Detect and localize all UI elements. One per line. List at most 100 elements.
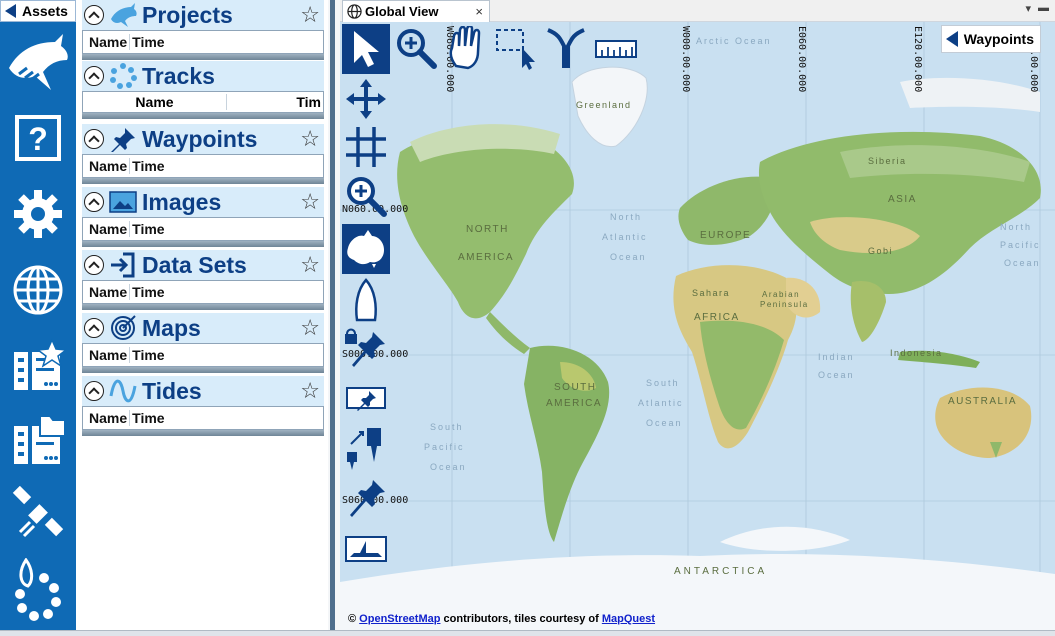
collapse-icon[interactable] (84, 66, 104, 86)
time-column[interactable]: Time (130, 158, 164, 174)
section-divider (82, 178, 324, 184)
collapse-left-icon (5, 4, 16, 18)
region-label: AFRICA (694, 312, 740, 323)
tide-dots-button[interactable] (0, 556, 76, 624)
vessel-tool-button[interactable] (342, 276, 390, 324)
add-waypoint-tool-button[interactable] (342, 474, 390, 524)
panel-splitter[interactable] (328, 0, 340, 630)
name-column[interactable]: Name (83, 158, 131, 174)
ruler-tool-button[interactable] (592, 24, 640, 72)
australia-map-icon (347, 230, 384, 268)
maps-header[interactable]: Maps ☆ (82, 313, 324, 343)
settings-button[interactable] (0, 184, 76, 244)
projects-header[interactable]: Projects ☆ (82, 0, 324, 30)
collapse-icon[interactable] (84, 318, 104, 338)
satellite-button[interactable] (0, 484, 76, 544)
data-sets-header[interactable]: Data Sets ☆ (82, 250, 324, 280)
name-column[interactable]: Name (83, 410, 131, 426)
region-select-tool-button[interactable] (492, 24, 540, 72)
mapquest-link[interactable]: MapQuest (602, 613, 655, 625)
region-label: Siberia (868, 156, 907, 166)
star-icon[interactable]: ☆ (300, 253, 320, 277)
zoom-in-tool-button[interactable] (392, 24, 440, 72)
star-icon[interactable]: ☆ (300, 379, 320, 403)
tracks-header[interactable]: Tracks (82, 61, 324, 91)
region-label: Arabian (762, 290, 801, 299)
favorite-list-icon (14, 338, 66, 390)
name-column[interactable]: Name (83, 94, 227, 110)
star-icon[interactable]: ☆ (300, 316, 320, 340)
column-header: Name Tim (82, 91, 324, 113)
shark-icon (108, 2, 138, 28)
locked-waypoint-tool-button[interactable] (342, 326, 390, 374)
star-icon[interactable]: ☆ (300, 3, 320, 27)
star-icon[interactable]: ☆ (300, 127, 320, 151)
waypoint-image-tool-button[interactable] (342, 378, 390, 418)
time-column[interactable]: Time (130, 410, 164, 426)
tides-section: Tides ☆ Name Time (82, 376, 324, 436)
ocean-label: Ocean (610, 252, 647, 262)
waypoints-header[interactable]: Waypoints ☆ (82, 124, 324, 154)
assets-tab-label: Assets (22, 3, 68, 19)
tides-header[interactable]: Tides ☆ (82, 376, 324, 406)
ocean-label: Ocean (430, 462, 467, 472)
globe-button[interactable] (0, 262, 76, 318)
waypoint-connect-tool-button[interactable] (342, 422, 390, 472)
star-icon[interactable]: ☆ (300, 190, 320, 214)
filter-tool-button[interactable] (542, 24, 590, 72)
openstreetmap-link[interactable]: OpenStreetMap (359, 613, 440, 625)
globe-icon (347, 4, 362, 19)
lon-label: E120.00.000 (912, 26, 923, 93)
name-column[interactable]: Name (83, 34, 131, 50)
assets-tab[interactable]: Assets (0, 0, 76, 22)
world-map[interactable]: W060.00.000 W000.00.000 E060.00.000 E120… (340, 22, 1055, 630)
name-column[interactable]: Name (83, 284, 131, 300)
section-divider (82, 54, 324, 60)
grid-icon (346, 127, 386, 167)
time-column[interactable]: Time (130, 221, 164, 237)
time-column[interactable]: Time (130, 34, 164, 50)
help-button[interactable]: ? (0, 110, 76, 166)
ocean-label: Ocean (818, 370, 855, 380)
collapse-icon[interactable] (84, 5, 104, 25)
pan-tool-button[interactable] (442, 24, 490, 72)
collapse-icon[interactable] (84, 381, 104, 401)
close-tab-icon[interactable]: × (475, 4, 483, 19)
section-divider (82, 367, 324, 373)
name-column[interactable]: Name (83, 347, 131, 363)
time-column[interactable]: Tim (227, 94, 323, 110)
select-tool-button[interactable] (342, 24, 390, 74)
collapse-icon[interactable] (84, 255, 104, 275)
name-column[interactable]: Name (83, 221, 131, 237)
section-divider (82, 430, 324, 436)
region-label: ASIA (888, 194, 917, 205)
time-column[interactable]: Time (130, 347, 164, 363)
world-map-graphic (340, 22, 1055, 630)
shark-logo-button[interactable] (0, 28, 76, 96)
collapse-icon[interactable] (84, 129, 104, 149)
waypoints-section: Waypoints ☆ Name Time (82, 124, 324, 184)
tide-dots-icon (15, 558, 61, 621)
waypoints-panel-button[interactable]: Waypoints (940, 25, 1041, 53)
images-header[interactable]: Images ☆ (82, 187, 324, 217)
ocean-label: Ocean (1004, 258, 1041, 268)
tab-global-view[interactable]: Global View × (342, 0, 490, 22)
favorite-list-button[interactable] (0, 336, 76, 396)
region-label: ANTARCTICA (674, 566, 768, 577)
photo-tool-button[interactable] (342, 528, 390, 570)
time-column[interactable]: Time (130, 284, 164, 300)
tab-menu-dropdown-icon[interactable]: ▾ (1025, 2, 1031, 15)
boat-icon (355, 278, 377, 322)
grid-tool-button[interactable] (342, 124, 390, 170)
move-tool-button[interactable] (342, 76, 390, 122)
zoom-region-tool-button[interactable] (342, 172, 390, 220)
pushpin-icon (350, 480, 385, 517)
chart-layer-tool-button[interactable] (342, 224, 390, 274)
section-title: Projects (142, 1, 233, 28)
ocean-label: Indian (818, 352, 855, 362)
folder-list-button[interactable] (0, 410, 76, 470)
data-sets-section: Data Sets ☆ Name Time (82, 250, 324, 310)
collapse-icon[interactable] (84, 192, 104, 212)
column-header: Name Time (82, 406, 324, 430)
pin-icon[interactable]: ▬ (1038, 2, 1049, 14)
